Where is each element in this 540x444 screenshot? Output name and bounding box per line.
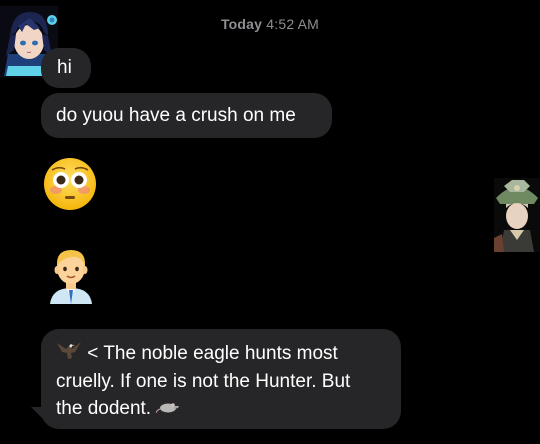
avatar-image bbox=[494, 178, 540, 252]
message-timestamp: Today 4:52 AM bbox=[0, 16, 540, 32]
message-bubble[interactable]: < The noble eagle hunts most cruelly. If… bbox=[41, 329, 401, 429]
message-line: < The noble eagle hunts most bbox=[56, 340, 387, 368]
flushed-face-emoji[interactable] bbox=[42, 156, 98, 212]
message-text: do yuou have a crush on me bbox=[56, 105, 296, 126]
message-text: the dodent. bbox=[56, 398, 152, 419]
timestamp-day: Today bbox=[220, 16, 263, 32]
man-icon bbox=[50, 250, 92, 304]
timestamp-time: 4:52 AM bbox=[266, 16, 320, 32]
recipient-avatar[interactable] bbox=[494, 178, 540, 252]
eagle-icon bbox=[56, 340, 82, 368]
message-text: hi bbox=[57, 57, 72, 78]
bubble-tail bbox=[31, 407, 45, 421]
message-line: the dodent. bbox=[56, 395, 387, 422]
man-emoji[interactable] bbox=[46, 244, 96, 304]
message-text: < The noble eagle hunts most bbox=[87, 343, 338, 365]
message-text: cruelly. If one is not the Hunter. But bbox=[56, 371, 351, 392]
message-bubble[interactable]: do yuou have a crush on me bbox=[41, 93, 332, 138]
rat-icon bbox=[155, 395, 182, 422]
message-bubble[interactable]: hi bbox=[41, 48, 91, 88]
message-line: cruelly. If one is not the Hunter. But bbox=[56, 368, 387, 395]
flushed-face-icon bbox=[44, 158, 96, 210]
